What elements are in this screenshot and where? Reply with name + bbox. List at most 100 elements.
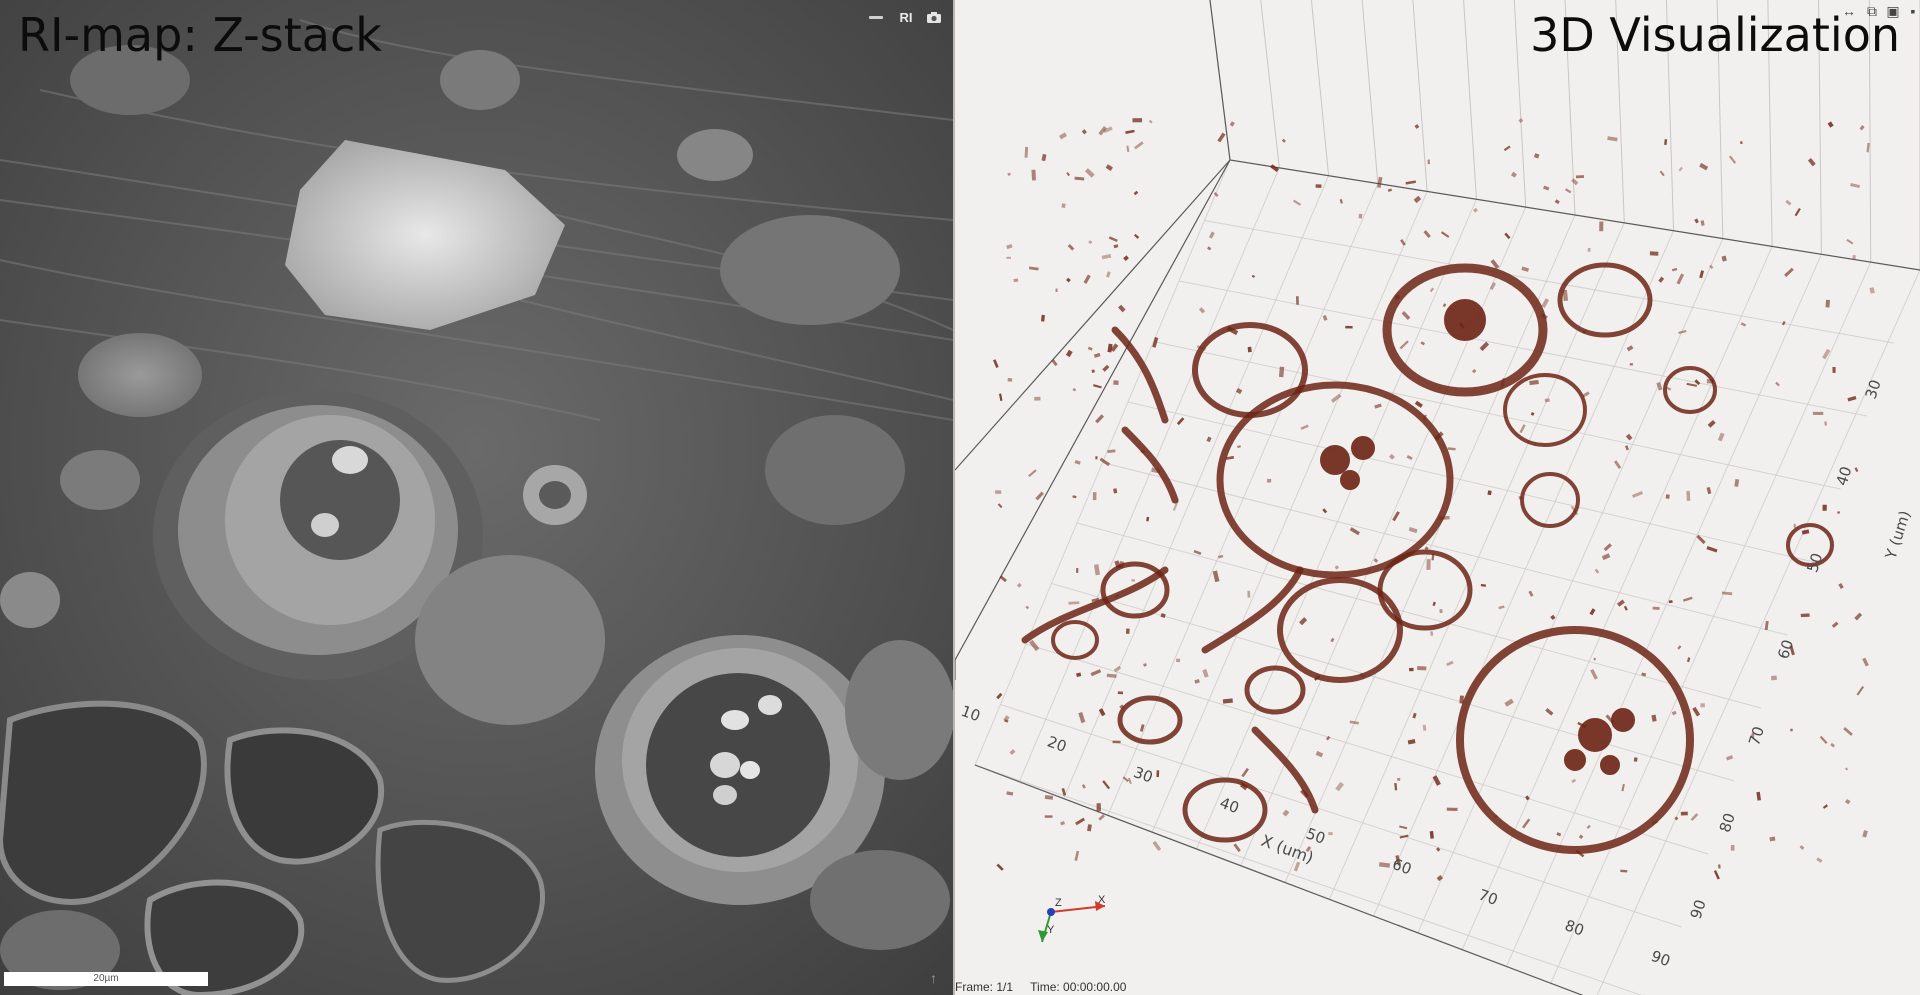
stain-speck: [1134, 141, 1144, 150]
stain-speck: [1401, 311, 1411, 320]
y-tick-label: 80: [1716, 811, 1739, 835]
y-axis-label: Y (um): [1881, 508, 1914, 562]
stain-speck: [1838, 582, 1844, 590]
stain-speck: [1055, 288, 1058, 292]
y-tick-label: 70: [1745, 724, 1768, 748]
stain-speck: [1578, 834, 1584, 840]
stain-speck: [1131, 579, 1136, 582]
stain-speck: [1076, 567, 1079, 573]
stain-speck: [1690, 813, 1699, 822]
stain-speck: [1521, 266, 1530, 272]
stain-speck: [1113, 488, 1118, 494]
zstack-image[interactable]: [0, 0, 953, 995]
stain-speck: [1432, 601, 1436, 607]
volume-render[interactable]: 102030405060708090 30405060708090 X (um)…: [955, 0, 1920, 995]
stain-speck: [1658, 276, 1665, 283]
stain-speck: [1093, 352, 1101, 358]
stain-speck: [1113, 380, 1119, 386]
stain-speck: [1066, 171, 1071, 177]
3d-visualization-panel[interactable]: 10 20 30 40 50 60 70 80 90 30 40 50 60 70 80 90 X (um)…: [955, 0, 1920, 995]
stain-speck: [1794, 207, 1801, 217]
stain-speck: [997, 503, 1003, 509]
stain-speck: [1420, 341, 1426, 346]
stain-speck: [998, 393, 1003, 401]
stain-speck: [1812, 411, 1824, 415]
stain-speck: [1623, 605, 1628, 611]
stain-speck: [1664, 139, 1668, 145]
stain-speck: [1251, 274, 1256, 278]
stain-speck: [1678, 166, 1683, 172]
stain-speck: [1616, 599, 1625, 607]
stain-speck: [1212, 570, 1220, 583]
stain-speck: [1423, 230, 1431, 239]
stain-speck: [1088, 240, 1093, 245]
stain-speck: [1822, 348, 1831, 360]
stain-speck: [1677, 645, 1682, 650]
more-icon[interactable]: ▪: [1904, 2, 1920, 20]
stain-speck: [1770, 675, 1777, 681]
bounding-box-edges: [955, 0, 1920, 995]
camera-icon[interactable]: ▣: [1884, 2, 1902, 20]
stain-speck: [1518, 495, 1523, 500]
stain-speck: [1430, 631, 1434, 636]
stain-speck: [1175, 658, 1181, 663]
stain-speck: [1065, 349, 1073, 358]
ri-map-zstack-panel[interactable]: RI-map: Z-stack RI 20µm ↑: [0, 0, 953, 995]
stain-speck: [1676, 273, 1685, 285]
stain-speck: [1024, 146, 1029, 158]
stain-speck: [1081, 129, 1087, 135]
stain-speck: [1827, 121, 1834, 128]
stain-speck: [1148, 119, 1153, 124]
stain-speck: [1519, 424, 1526, 434]
stain-speck: [1229, 121, 1235, 127]
stain-speck: [1133, 190, 1139, 196]
stain-speck: [1822, 504, 1827, 511]
stain-ring: [1377, 549, 1473, 631]
stain-speck: [1282, 809, 1290, 817]
ri-toggle-button[interactable]: RI: [896, 8, 916, 26]
stain-speck: [995, 490, 1002, 494]
stain-speck: [1593, 657, 1597, 661]
x-tick-label: 60: [1390, 855, 1414, 878]
minimize-icon[interactable]: [866, 8, 886, 26]
stain-filament: [1111, 326, 1169, 424]
stain-speck: [1044, 795, 1054, 800]
stain-nucleus: [1611, 708, 1635, 732]
x-tick-label: 90: [1649, 947, 1673, 970]
stain-speck: [1498, 605, 1505, 610]
x-tick-label: 50: [1304, 824, 1328, 847]
stain-speck: [1775, 381, 1780, 387]
stain-speck: [1031, 169, 1037, 181]
stain-speck: [1028, 469, 1037, 478]
stain-speck: [1105, 164, 1113, 171]
stain-speck: [1061, 787, 1067, 796]
stain-speck: [1074, 850, 1080, 861]
stain-speck: [1281, 138, 1286, 143]
stain-speck: [1587, 247, 1591, 252]
arrow-up-icon[interactable]: ↑: [930, 970, 937, 986]
stain-speck: [1405, 180, 1417, 185]
stain-speck: [1193, 549, 1202, 556]
stain-speck: [1869, 287, 1875, 294]
resize-icon[interactable]: ↔: [1840, 2, 1858, 20]
stain-speck: [1098, 814, 1106, 821]
stain-speck: [1358, 213, 1363, 219]
y-tick-label: 90: [1687, 898, 1710, 922]
y-tick-label: 60: [1774, 638, 1797, 662]
stain-speck: [1429, 831, 1434, 839]
stain-speck: [999, 575, 1007, 583]
stain-speck: [1074, 460, 1081, 465]
camera-icon[interactable]: [924, 8, 944, 26]
stain-speck: [1092, 492, 1097, 501]
stain-speck: [1429, 287, 1435, 293]
stain-speck: [1016, 582, 1022, 588]
popout-icon[interactable]: ⧉: [1863, 2, 1881, 20]
stain-speck: [1426, 559, 1431, 570]
stain-speck: [1399, 825, 1408, 830]
stain-speck: [1374, 403, 1382, 409]
stain-nucleus: [1351, 436, 1375, 460]
gizmo-x-label: X: [1098, 894, 1106, 906]
stain-speck: [1633, 757, 1638, 762]
stain-speck: [1093, 384, 1102, 389]
stain-speck: [1152, 840, 1162, 852]
